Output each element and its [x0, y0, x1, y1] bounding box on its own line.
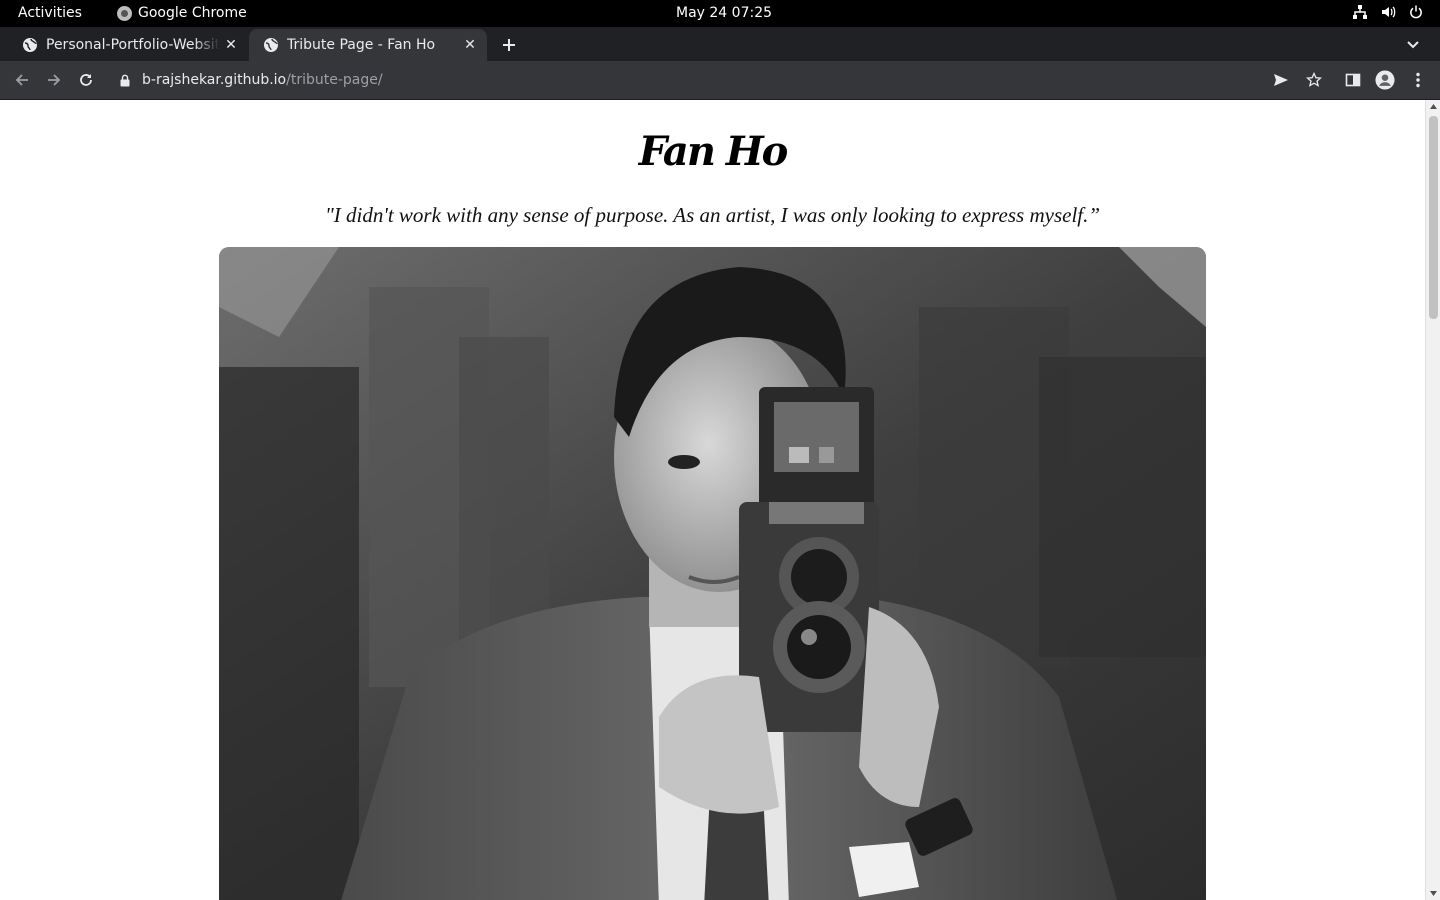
reload-button[interactable] [76, 70, 96, 90]
tab-portfolio[interactable]: Personal-Portfolio-Website ✕ [8, 29, 248, 61]
scroll-thumb[interactable] [1429, 116, 1438, 319]
clock[interactable]: May 24 07:25 [676, 5, 772, 21]
tab-search-button[interactable] [1406, 37, 1420, 56]
kebab-menu-icon [1416, 72, 1420, 88]
lock-icon[interactable] [120, 74, 130, 87]
reload-icon [80, 74, 92, 86]
send-tab-button[interactable] [1271, 70, 1291, 90]
tab-title: Tribute Page - Fan Ho [287, 37, 436, 53]
globe-icon [23, 38, 37, 52]
side-panel-icon [1345, 73, 1361, 87]
globe-icon [264, 38, 278, 52]
profile-button[interactable] [1375, 70, 1395, 90]
address-bar[interactable]: b-rajshekar.github.io/tribute-page/ [108, 64, 1308, 97]
close-icon[interactable]: ✕ [459, 34, 481, 56]
tribute-quote: "I didn't work with any sense of purpose… [324, 203, 1101, 227]
browser-toolbar: b-rajshekar.github.io/tribute-page/ [0, 61, 1440, 100]
avatar-icon [1375, 70, 1395, 90]
app-menu[interactable]: Google Chrome [117, 5, 247, 21]
send-icon [1274, 74, 1288, 86]
plus-icon [503, 39, 515, 51]
page-viewport: Fan Ho "I didn't work with any sense of … [0, 100, 1425, 900]
tab-tribute[interactable]: Tribute Page - Fan Ho ✕ [249, 29, 487, 61]
activities-button[interactable]: Activities [18, 5, 82, 21]
url-text[interactable]: b-rajshekar.github.io/tribute-page/ [142, 72, 383, 88]
chrome-icon [117, 5, 132, 21]
url-path: /tribute-page/ [286, 72, 383, 88]
url-host: b-rajshekar.github.io [142, 72, 287, 88]
menu-button[interactable] [1408, 70, 1428, 90]
tab-title: Personal-Portfolio-Website [46, 37, 220, 53]
back-button[interactable] [12, 70, 32, 90]
system-tray[interactable] [1352, 4, 1424, 20]
scroll-up-icon[interactable] [1429, 103, 1438, 111]
volume-icon[interactable] [1380, 4, 1396, 20]
bookmark-button[interactable] [1304, 70, 1324, 90]
arrow-left-icon [15, 74, 28, 86]
new-tab-button[interactable] [498, 34, 520, 56]
forward-button[interactable] [44, 70, 64, 90]
scroll-down-icon[interactable] [1429, 889, 1438, 897]
chevron-down-icon [1407, 41, 1419, 49]
page-title: Fan Ho [638, 128, 789, 175]
system-top-bar: Activities Google Chrome May 24 07:25 [0, 0, 1440, 27]
page-scrollbar[interactable] [1425, 100, 1440, 900]
arrow-right-icon [48, 74, 61, 86]
close-icon[interactable]: ✕ [220, 34, 242, 56]
power-icon[interactable] [1408, 4, 1424, 20]
app-name: Google Chrome [138, 5, 247, 21]
fan-ho-photo [219, 247, 1206, 900]
tab-strip: Personal-Portfolio-Website ✕ Tribute Pag… [0, 27, 1440, 61]
star-icon [1306, 72, 1322, 87]
tribute-image [219, 247, 1206, 900]
network-icon[interactable] [1352, 4, 1368, 20]
side-panel-button[interactable] [1343, 70, 1363, 90]
